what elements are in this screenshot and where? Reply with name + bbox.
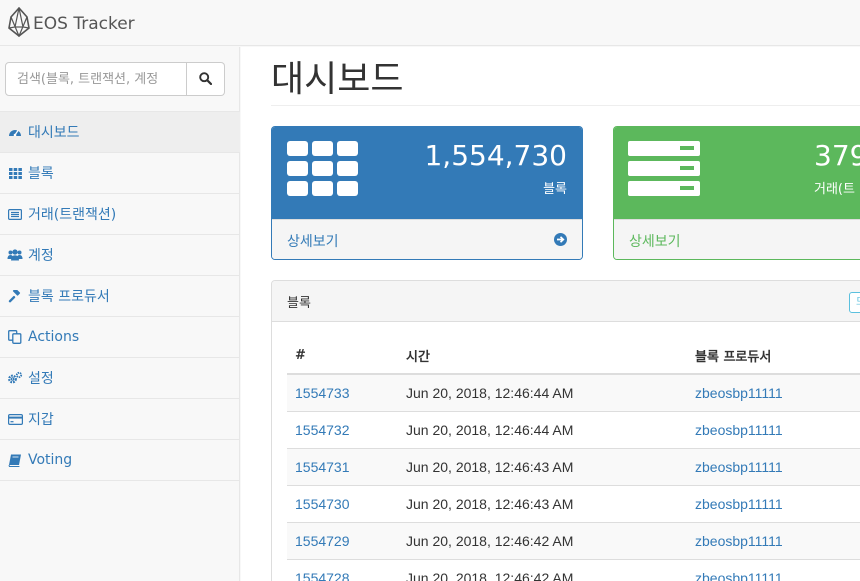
sidebar-nav: 대시보드 블록 거래(트랜잭션) 계정 블록 프로듀서 Actions 설정 지… — [0, 111, 240, 481]
transactions-count-label: 거래(트 — [814, 182, 855, 197]
transactions-count: 379, — [814, 139, 860, 172]
server-icon — [628, 141, 700, 201]
table-row: 1554733 Jun 20, 2018, 12:46:44 AM zbeosb… — [287, 374, 860, 412]
sidebar-item-label: 계정 — [28, 248, 54, 264]
block-time: Jun 20, 2018, 12:46:44 AM — [398, 374, 687, 412]
block-number-link[interactable]: 1554732 — [295, 422, 350, 438]
sidebar-item-label: Voting — [28, 452, 73, 468]
sidebar-item-label: 대시보드 — [28, 125, 80, 141]
producer-link[interactable]: zbeosbp11111 — [695, 496, 783, 512]
block-time: Jun 20, 2018, 12:46:43 AM — [398, 485, 687, 523]
sidebar-item-transactions[interactable]: 거래(트랜잭션) — [0, 194, 240, 235]
title-divider — [271, 105, 860, 106]
sidebar: 대시보드 블록 거래(트랜잭션) 계정 블록 프로듀서 — [0, 47, 240, 581]
table-row: 1554732 Jun 20, 2018, 12:46:44 AM zbeosb… — [287, 411, 860, 449]
sidebar-item-producers[interactable]: 블록 프로듀서 — [0, 276, 240, 317]
credit-card-icon — [7, 411, 23, 427]
eos-logo-icon — [8, 6, 30, 41]
search-input[interactable] — [5, 62, 187, 96]
transactions-summary-card: 379, 거래(트 상세보기 — [613, 126, 860, 260]
card-heading: 1,554,730 블록 — [272, 127, 582, 219]
sidebar-item-label: 블록 프로듀서 — [28, 289, 110, 305]
producer-link[interactable]: zbeosbp11111 — [695, 422, 783, 438]
details-link-label: 상세보기 — [629, 234, 681, 250]
blocks-panel: 블록 모 # 시간 블록 프로듀서 1554733 Jun 20, 2018, … — [271, 280, 860, 581]
blocks-panel-heading: 블록 모 — [272, 281, 860, 322]
users-icon — [7, 247, 23, 263]
transactions-details-link[interactable]: 상세보기 — [614, 219, 860, 259]
blocks-count: 1,554,730 — [424, 139, 567, 172]
table-row: 1554728 Jun 20, 2018, 12:46:42 AM zbeosb… — [287, 559, 860, 581]
sidebar-item-label: 지갑 — [28, 412, 54, 428]
search-button[interactable] — [187, 62, 225, 96]
sidebar-item-label: Actions — [28, 329, 80, 345]
blocks-summary-card: 1,554,730 블록 상세보기 — [271, 126, 583, 260]
book-icon — [7, 452, 23, 468]
cogs-icon — [7, 370, 23, 386]
sidebar-item-voting[interactable]: Voting — [0, 440, 240, 481]
app-title: EOS Tracker — [33, 14, 135, 34]
blocks-details-link[interactable]: 상세보기 — [272, 219, 582, 259]
main-content: 대시보드 1,554,730 블록 상세보기 379, 거래(트 상세보기 — [241, 47, 860, 581]
sidebar-item-label: 블록 — [28, 166, 54, 182]
gavel-icon — [7, 288, 23, 304]
block-time: Jun 20, 2018, 12:46:42 AM — [398, 559, 687, 581]
top-navbar: EOS Tracker — [0, 0, 860, 46]
sidebar-item-settings[interactable]: 설정 — [0, 358, 240, 399]
sidebar-item-wallet[interactable]: 지갑 — [0, 399, 240, 440]
grid-icon — [287, 141, 359, 201]
blocks-panel-title: 블록 — [287, 296, 311, 311]
sidebar-item-actions[interactable]: Actions — [0, 317, 240, 358]
column-header-number: # — [287, 338, 398, 375]
sidebar-item-label: 설정 — [28, 371, 54, 387]
arrow-circle-right-icon — [554, 233, 567, 250]
table-row: 1554730 Jun 20, 2018, 12:46:43 AM zbeosb… — [287, 485, 860, 523]
grid-icon — [7, 165, 23, 181]
producer-link[interactable]: zbeosbp11111 — [695, 385, 783, 401]
sidebar-item-blocks[interactable]: 블록 — [0, 153, 240, 194]
block-number-link[interactable]: 1554731 — [295, 459, 350, 475]
table-row: 1554729 Jun 20, 2018, 12:46:42 AM zbeosb… — [287, 522, 860, 560]
sidebar-item-accounts[interactable]: 계정 — [0, 235, 240, 276]
search-group — [5, 62, 225, 96]
page-title: 대시보드 — [271, 59, 404, 100]
block-number-link[interactable]: 1554730 — [295, 496, 350, 512]
dashboard-icon — [7, 124, 23, 140]
block-number-link[interactable]: 1554729 — [295, 533, 350, 549]
block-time: Jun 20, 2018, 12:46:44 AM — [398, 411, 687, 449]
blocks-count-label: 블록 — [543, 182, 567, 197]
block-number-link[interactable]: 1554728 — [295, 570, 350, 581]
table-row: 1554731 Jun 20, 2018, 12:46:43 AM zbeosb… — [287, 448, 860, 486]
producer-link[interactable]: zbeosbp11111 — [695, 533, 783, 549]
details-link-label: 상세보기 — [287, 234, 339, 250]
card-heading: 379, 거래(트 — [614, 127, 860, 219]
producer-link[interactable]: zbeosbp11111 — [695, 459, 783, 475]
blocks-table: # 시간 블록 프로듀서 1554733 Jun 20, 2018, 12:46… — [287, 338, 860, 581]
brand-link[interactable]: EOS Tracker — [8, 6, 135, 41]
list-alt-icon — [7, 206, 23, 222]
table-header-row: # 시간 블록 프로듀서 — [287, 338, 860, 375]
more-blocks-button[interactable]: 모 — [849, 292, 860, 313]
column-header-time: 시간 — [398, 338, 687, 375]
column-header-producer: 블록 프로듀서 — [687, 338, 860, 375]
producer-link[interactable]: zbeosbp11111 — [695, 570, 783, 581]
block-time: Jun 20, 2018, 12:46:42 AM — [398, 522, 687, 560]
sidebar-item-dashboard[interactable]: 대시보드 — [0, 112, 240, 153]
sidebar-item-label: 거래(트랜잭션) — [28, 207, 117, 223]
copy-icon — [7, 329, 23, 345]
block-time: Jun 20, 2018, 12:46:43 AM — [398, 448, 687, 486]
block-number-link[interactable]: 1554733 — [295, 385, 350, 401]
search-icon — [199, 70, 213, 89]
